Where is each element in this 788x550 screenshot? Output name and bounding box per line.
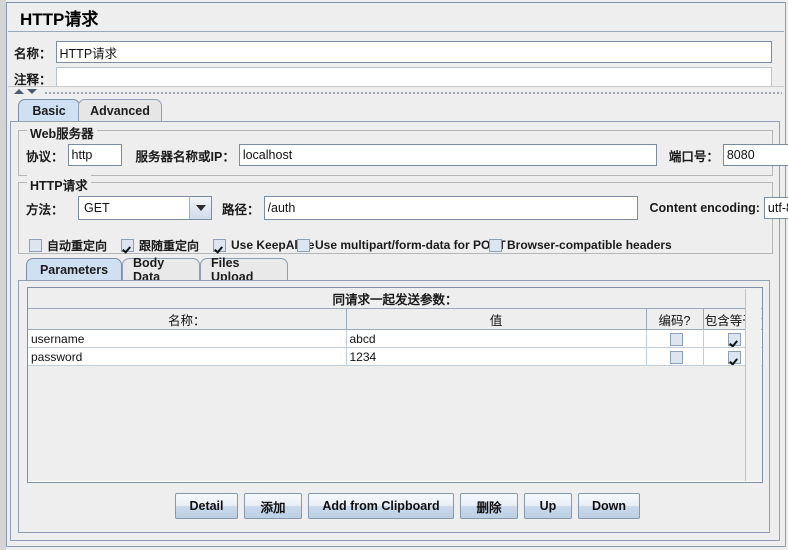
divider-grip [44, 91, 782, 94]
path-input[interactable] [263, 196, 638, 220]
cell-param-name[interactable]: password [28, 347, 347, 366]
include-equals-checkbox-icon[interactable] [728, 350, 742, 364]
browser-headers-label: Browser-compatible headers [507, 238, 672, 252]
column-header-value[interactable]: 值 [346, 309, 647, 330]
method-combo-value: GET [84, 201, 110, 215]
tab-advanced[interactable]: Advanced [78, 99, 162, 122]
method-combo[interactable]: GET [78, 196, 212, 220]
tab-advanced-label: Advanced [90, 104, 150, 118]
encode-checkbox-icon[interactable] [669, 350, 683, 364]
web-server-group-title: Web服务器 [27, 123, 97, 142]
name-label: 名称： [14, 46, 52, 61]
auto-redirect-checkbox-icon[interactable] [29, 238, 42, 252]
tab-basic[interactable]: Basic [18, 99, 80, 122]
follow-redirect-label: 跟随重定向 [139, 238, 200, 253]
parameters-table: 名称： 值 编码? 包含等于? username abcd password 1… [28, 309, 762, 366]
down-button-label: Down [591, 499, 627, 513]
table-header-row: 名称： 值 编码? 包含等于? [28, 309, 762, 330]
tab-parameters-label: Parameters [39, 262, 109, 277]
include-equals-checkbox-icon[interactable] [728, 332, 742, 346]
tab-files-upload[interactable]: Files Upload [200, 256, 288, 284]
delete-button-label: 删除 [476, 500, 502, 515]
table-vertical-scrollbar[interactable] [745, 289, 761, 481]
parameters-table-container: 同请求一起发送参数： 名称： 值 编码? 包含等于? username abcd… [27, 287, 763, 483]
up-button[interactable]: Up [524, 493, 572, 519]
content-encoding-label: Content encoding: [649, 201, 760, 215]
cell-param-name[interactable]: username [28, 329, 347, 348]
tab-body-data[interactable]: Body Data [122, 256, 200, 284]
keepalive-checkbox-icon[interactable] [213, 238, 226, 252]
cell-encode[interactable] [646, 329, 704, 348]
add-button-label: 添加 [260, 500, 286, 515]
chevron-down-icon[interactable] [189, 197, 211, 219]
protocol-label: 协议： [26, 149, 64, 164]
browser-headers-checkbox-icon[interactable] [489, 238, 502, 252]
method-path-row: 方法： [26, 196, 64, 220]
checkbox-auto-redirect[interactable]: 自动重定向 [29, 236, 107, 254]
path-label: 路径： [222, 202, 260, 217]
detail-button-label: Detail [189, 499, 224, 513]
table-row[interactable]: username abcd [28, 329, 762, 348]
split-pane-divider[interactable] [8, 86, 784, 97]
column-header-name[interactable]: 名称： [28, 309, 347, 330]
tab-parameters[interactable]: Parameters [26, 258, 122, 280]
checkbox-multipart[interactable]: Use multipart/form-data for POST [297, 236, 506, 254]
comment-label: 注释： [14, 72, 52, 87]
protocol-input[interactable] [67, 144, 122, 166]
port-input[interactable] [722, 144, 788, 166]
cell-param-value[interactable]: abcd [346, 329, 647, 348]
follow-redirect-checkbox-icon[interactable] [121, 238, 134, 252]
server-input[interactable] [238, 144, 657, 166]
add-button[interactable]: 添加 [244, 493, 302, 519]
auto-redirect-label: 自动重定向 [47, 238, 108, 253]
method-label: 方法： [26, 202, 64, 217]
parameters-tab-content: 同请求一起发送参数： 名称： 值 编码? 包含等于? username abcd… [18, 280, 770, 533]
table-row[interactable]: password 1234 [28, 347, 762, 366]
web-server-row: 协议： 服务器名称或IP： 端口号： [26, 144, 788, 166]
server-label: 服务器名称或IP： [135, 149, 235, 164]
column-header-encode[interactable]: 编码? [646, 309, 704, 330]
table-empty-area [28, 366, 762, 481]
collapse-down-icon[interactable] [27, 89, 37, 94]
panel-title-bar: HTTP请求 [8, 4, 784, 32]
main-tabstrip: Basic Advanced [10, 99, 782, 123]
cell-encode[interactable] [646, 347, 704, 366]
multipart-checkbox-icon[interactable] [297, 238, 310, 252]
delete-button[interactable]: 删除 [460, 493, 518, 519]
encode-checkbox-icon[interactable] [669, 332, 683, 346]
collapse-up-icon[interactable] [14, 89, 24, 94]
down-button[interactable]: Down [578, 493, 640, 519]
checkbox-browser-headers[interactable]: Browser-compatible headers [489, 236, 672, 254]
add-from-clipboard-button[interactable]: Add from Clipboard [308, 493, 454, 519]
multipart-label: Use multipart/form-data for POST [315, 238, 506, 252]
checkbox-follow-redirect[interactable]: 跟随重定向 [121, 236, 199, 254]
path-row: 路径： Content encoding: [222, 196, 788, 220]
name-row: 名称： [14, 41, 780, 63]
add-from-clipboard-button-label: Add from Clipboard [322, 499, 440, 513]
parameters-table-caption: 同请求一起发送参数： [28, 288, 762, 309]
content-encoding-input[interactable] [763, 197, 788, 219]
tab-basic-label: Basic [32, 104, 66, 118]
detail-button[interactable]: Detail [175, 493, 238, 519]
page-title: HTTP请求 [20, 10, 99, 29]
http-request-panel: HTTP请求 名称： 注释： Basic Advanced Web服务器 协议： [0, 0, 788, 550]
name-input[interactable] [55, 41, 772, 63]
up-button-label: Up [539, 499, 557, 513]
cell-param-value[interactable]: 1234 [346, 347, 647, 366]
http-request-group-title: HTTP请求 [27, 175, 91, 194]
port-label: 端口号： [668, 149, 719, 164]
